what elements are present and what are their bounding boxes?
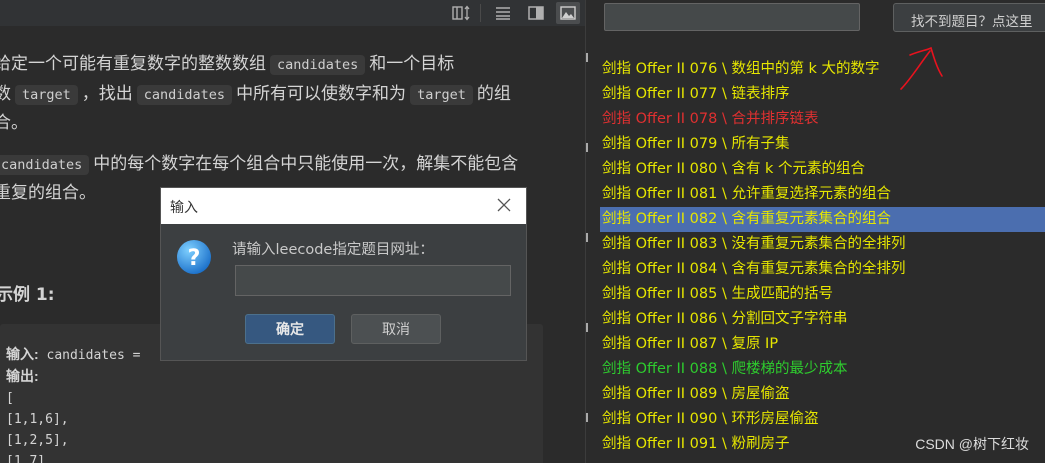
problem-list-item[interactable]: 剑指 Offer II 080 \ 含有 k 个元素的组合 xyxy=(600,157,1045,182)
ok-button[interactable]: 确定 xyxy=(245,314,335,344)
example-output-line: [1,1,6], xyxy=(6,412,69,427)
problem-list-item[interactable]: 剑指 Offer II 087 \ 复原 IP xyxy=(600,332,1045,357)
search-input[interactable] xyxy=(604,3,860,31)
problem-list-item[interactable]: 剑指 Offer II 085 \ 生成匹配的括号 xyxy=(600,282,1045,307)
statement-text: 合。 xyxy=(0,113,28,133)
example-input-value: candidates = xyxy=(46,348,141,363)
statement-text: 数 xyxy=(0,83,11,104)
statement-text: 和一个目标 xyxy=(369,54,455,74)
example-output-label: 输出: xyxy=(6,368,39,384)
example-heading: 示例 1: xyxy=(0,285,55,305)
url-input[interactable] xyxy=(235,265,511,296)
inline-code-candidates: candidates xyxy=(0,154,90,175)
list-view-icon[interactable] xyxy=(491,2,515,24)
example-output-line: [1,2,5], xyxy=(6,433,69,448)
list-scroll-markers xyxy=(586,50,589,460)
preview-toolbar xyxy=(0,0,585,26)
close-icon[interactable] xyxy=(494,195,514,215)
statement-paragraph-1: 给定一个可能有重复数字的整数数组 candidates 和一个目标 数 target，… xyxy=(0,50,554,138)
dialog-title: 输入 xyxy=(170,200,198,216)
example-output-line: [1,7] xyxy=(6,454,46,463)
inline-code-candidates: candidates xyxy=(270,55,366,75)
example-input-label: 输入: xyxy=(6,346,39,362)
statement-text: 的组 xyxy=(476,83,511,104)
csdn-watermark: CSDN @树下红妆 xyxy=(915,436,1029,452)
problem-list-pane: 找不到题目？点这里 剑指 Offer II 076 \ 数组中的第 k 大的数字… xyxy=(586,0,1045,463)
problem-list-item[interactable]: 剑指 Offer II 090 \ 环形房屋偷盗 xyxy=(600,407,1045,432)
problem-list-item[interactable]: 剑指 Offer II 084 \ 含有重复元素集合的全排列 xyxy=(600,257,1045,282)
not-found-button[interactable]: 找不到题目？点这里 xyxy=(893,3,1045,32)
problem-list-item[interactable]: 剑指 Offer II 079 \ 所有子集 xyxy=(600,132,1045,157)
problem-list: 剑指 Offer II 076 \ 数组中的第 k 大的数字 剑指 Offer I… xyxy=(600,57,1045,457)
svg-text:?: ? xyxy=(188,246,201,271)
inline-code-target: target xyxy=(410,84,473,105)
problem-list-item[interactable]: 剑指 Offer II 089 \ 房屋偷盗 xyxy=(600,382,1045,407)
layout-toggle-icon[interactable] xyxy=(450,2,474,24)
statement-text: 中的每个数字在每个组合中只能使用一次，解集不能包含 xyxy=(93,153,519,174)
question-icon: ? xyxy=(177,240,211,274)
image-icon[interactable] xyxy=(556,2,580,24)
problem-list-item[interactable]: 剑指 Offer II 083 \ 没有重复元素集合的全排列 xyxy=(600,232,1045,257)
statement-text: 给定一个可能有重复数字的整数数组 xyxy=(0,54,266,74)
split-panel-icon[interactable] xyxy=(524,2,548,24)
statement-text: 重复的组合。 xyxy=(0,183,96,203)
statement-text: 中所有可以使数字和为 xyxy=(236,83,407,104)
problem-list-item[interactable]: 剑指 Offer II 088 \ 爬楼梯的最少成本 xyxy=(600,357,1045,382)
problem-list-item[interactable]: 剑指 Offer II 081 \ 允许重复选择元素的组合 xyxy=(600,182,1045,207)
cancel-button[interactable]: 取消 xyxy=(351,314,441,344)
dialog-titlebar[interactable]: 输入 xyxy=(161,188,526,224)
dialog-prompt: 请输入leecode指定题目网址： xyxy=(232,242,434,258)
example-output-line: [ xyxy=(6,391,14,406)
problem-list-item[interactable]: 剑指 Offer II 082 \ 含有重复元素集合的组合 xyxy=(600,207,1045,232)
problem-list-item[interactable]: 剑指 Offer II 076 \ 数组中的第 k 大的数字 xyxy=(600,57,1045,82)
inline-code-candidates: candidates xyxy=(136,84,233,105)
problem-list-item[interactable]: 剑指 Offer II 077 \ 链表排序 xyxy=(600,82,1045,107)
problem-list-item[interactable]: 剑指 Offer II 086 \ 分割回文子字符串 xyxy=(600,307,1045,332)
problem-list-item[interactable]: 剑指 Offer II 078 \ 合并排序链表 xyxy=(600,107,1045,132)
input-dialog: 输入 ? 请输入leecode指定题目网址： 确定 取消 xyxy=(160,187,527,361)
statement-text: ，找出 xyxy=(81,83,133,104)
inline-code-target: target xyxy=(15,84,78,105)
